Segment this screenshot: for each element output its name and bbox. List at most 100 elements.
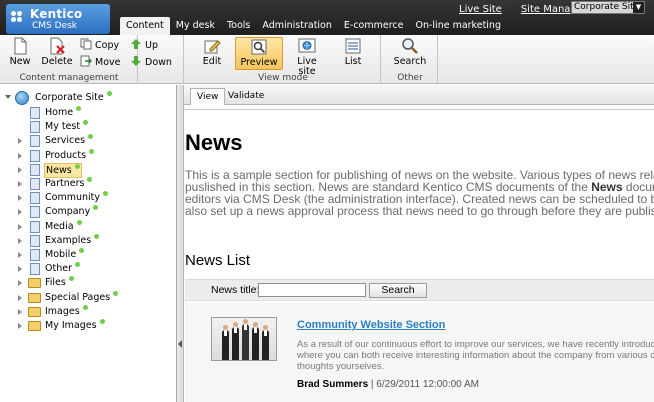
tree-item-services[interactable]: Services (18, 134, 173, 148)
tree-item-mobile[interactable]: Mobile (18, 248, 173, 262)
document-icon (30, 206, 40, 219)
down-button[interactable]: Down (130, 55, 172, 69)
document-icon (30, 220, 40, 233)
published-status-icon (76, 106, 82, 111)
site-selector[interactable]: Corporate Site ▼ (571, 1, 645, 14)
tab-e-commerce[interactable]: E-commerce (338, 17, 410, 35)
tree-item-special-pages[interactable]: Special Pages (18, 290, 173, 305)
tree-item-media[interactable]: Media (18, 219, 173, 234)
tree-item-partners[interactable]: Partners (18, 177, 173, 191)
tree-item-label: My Images (44, 319, 106, 333)
list-button[interactable]: List (338, 37, 368, 70)
tree-root[interactable]: Corporate Site (5, 91, 175, 105)
news-title-input[interactable] (258, 283, 366, 297)
tree-item-company[interactable]: Company (18, 205, 173, 219)
tree-item-examples[interactable]: Examples (18, 233, 173, 248)
tab-my-desk[interactable]: My desk (170, 17, 221, 35)
pane-splitter[interactable] (177, 85, 184, 402)
news-author: Brad Summers (297, 379, 369, 390)
published-status-icon (102, 191, 108, 197)
published-status-icon (74, 262, 80, 268)
document-icon (30, 234, 40, 247)
edit-icon (204, 40, 221, 54)
tab-online-marketing[interactable]: On-line marketing (409, 17, 507, 35)
globe-icon (15, 91, 29, 105)
new-button[interactable]: New (6, 37, 34, 70)
copy-label: Copy (95, 40, 120, 51)
tab-view[interactable]: View (190, 88, 226, 105)
tree-item-label: Partners (44, 177, 93, 191)
tree-item-label: Mobile (44, 248, 85, 262)
news-filter-bar: News title: Search (185, 279, 654, 301)
kentico-logo[interactable]: Kentico CMS Desk (6, 4, 110, 34)
list-label: List (344, 56, 362, 67)
copy-button[interactable]: Copy (80, 38, 119, 52)
published-status-icon (88, 134, 94, 140)
list-icon (345, 38, 361, 54)
expand-arrow-icon[interactable] (18, 195, 22, 202)
tree-item-products[interactable]: Products (18, 148, 173, 163)
news-item-title-link[interactable]: Community Website Section (297, 319, 445, 331)
expand-arrow-icon[interactable] (18, 138, 22, 145)
collapse-icon[interactable] (5, 95, 11, 99)
tree-item-news[interactable]: News (18, 162, 173, 178)
expand-arrow-icon[interactable] (18, 294, 22, 301)
edit-button[interactable]: Edit (197, 37, 227, 70)
up-button[interactable]: Up (130, 38, 158, 52)
published-status-icon (87, 177, 93, 182)
tree-item-community[interactable]: Community (18, 191, 173, 205)
document-icon (30, 163, 40, 176)
tree-item-my-images[interactable]: My Images (18, 319, 173, 333)
tab-content[interactable]: Content (120, 17, 170, 35)
search-button[interactable]: Search (390, 37, 430, 70)
tree-item-my-test[interactable]: My test (18, 120, 173, 134)
tab-validate[interactable]: Validate (222, 88, 270, 105)
expand-arrow-icon[interactable] (18, 308, 22, 315)
logo-subtitle: CMS Desk (32, 21, 77, 31)
news-date: 6/29/2011 12:00:00 AM (376, 379, 479, 390)
expand-arrow-icon[interactable] (18, 237, 22, 244)
live-site-button[interactable]: Live site (288, 37, 326, 77)
published-status-icon (89, 148, 95, 154)
collapse-left-icon[interactable] (178, 340, 182, 348)
folder-icon (28, 306, 41, 317)
tree-item-label: Files (44, 276, 75, 290)
expand-arrow-icon[interactable] (18, 252, 22, 258)
tab-tools[interactable]: Tools (221, 17, 256, 35)
new-label: New (9, 56, 31, 67)
tab-administration[interactable]: Administration (256, 17, 338, 35)
preview-button[interactable]: Preview (235, 37, 283, 70)
published-status-icon (93, 205, 99, 211)
tree-item-label: Community (44, 191, 109, 205)
live-site-link[interactable]: Live Site (459, 4, 502, 15)
news-search-button[interactable]: Search (369, 283, 427, 298)
arrow-down-icon (131, 56, 141, 66)
delete-button[interactable]: Delete (40, 37, 74, 70)
tree-item-files[interactable]: Files (18, 276, 173, 290)
published-status-icon (99, 319, 105, 324)
published-status-icon (82, 304, 88, 310)
content-tree: Corporate Site Home My test Services Produc… (0, 85, 177, 402)
tree-item-label: Special Pages (44, 290, 119, 305)
move-label: Move (95, 57, 121, 68)
expand-arrow-icon[interactable] (18, 323, 22, 329)
tree-item-images[interactable]: Images (18, 304, 173, 319)
folder-icon (28, 292, 41, 303)
divider (184, 109, 654, 110)
expand-arrow-icon[interactable] (18, 209, 22, 216)
expand-arrow-icon[interactable] (18, 280, 22, 287)
tree-item-label: Products (44, 148, 95, 163)
expand-arrow-icon[interactable] (18, 266, 22, 273)
document-icon (30, 121, 40, 134)
move-button[interactable]: Move (80, 55, 120, 69)
expand-arrow-icon[interactable] (18, 152, 22, 159)
expand-arrow-icon[interactable] (18, 181, 22, 187)
search-label: Search (393, 56, 427, 67)
news-item-meta: Brad Summers | 6/29/2011 12:00:00 AM (297, 379, 479, 390)
view-mode-group: Edit Preview Live site List View mode (183, 35, 381, 84)
expand-arrow-icon[interactable] (18, 223, 22, 230)
expand-arrow-icon[interactable] (18, 166, 22, 173)
tree-item-home[interactable]: Home (18, 106, 173, 120)
tree-item-other[interactable]: Other (18, 262, 173, 276)
news-thumbnail[interactable] (211, 317, 277, 361)
